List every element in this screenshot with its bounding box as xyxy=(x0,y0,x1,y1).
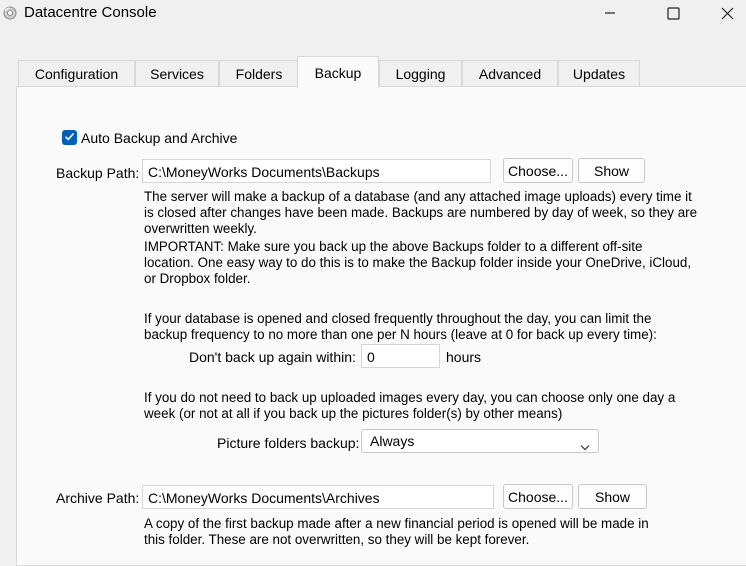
backup-show-button[interactable]: Show xyxy=(578,158,645,183)
minimize-button[interactable] xyxy=(587,0,633,26)
close-button[interactable] xyxy=(704,0,746,26)
backup-choose-button[interactable]: Choose... xyxy=(503,158,573,183)
title-bar: Datacentre Console xyxy=(0,0,746,28)
backup-description: The server will make a backup of a datab… xyxy=(144,189,698,236)
interval-label: Don't back up again within: xyxy=(189,349,356,365)
interval-unit-label: hours xyxy=(446,349,482,365)
tab-logging[interactable]: Logging xyxy=(379,60,462,87)
chevron-down-icon xyxy=(580,437,590,455)
backup-path-field[interactable]: C:\MoneyWorks Documents\Backups xyxy=(142,159,491,183)
tab-backup[interactable]: Backup xyxy=(297,56,379,88)
backup-path-label: Backup Path: xyxy=(56,165,140,181)
picture-backup-label: Picture folders backup: xyxy=(217,435,360,451)
archive-show-button[interactable]: Show xyxy=(578,484,647,509)
archive-description: A copy of the first backup made after a … xyxy=(144,516,649,547)
archive-path-label: Archive Path: xyxy=(56,490,140,506)
frequency-description: If your database is opened and closed fr… xyxy=(144,311,657,342)
disc-icon xyxy=(3,6,17,20)
interval-hours-field[interactable]: 0 xyxy=(361,344,440,368)
window-title: Datacentre Console xyxy=(24,4,157,21)
maximize-button[interactable] xyxy=(650,0,696,26)
close-icon xyxy=(721,7,734,20)
auto-backup-label[interactable]: Auto Backup and Archive xyxy=(81,130,237,146)
picture-backup-value: Always xyxy=(370,433,415,449)
archive-path-field[interactable]: C:\MoneyWorks Documents\Archives xyxy=(142,485,494,509)
tab-advanced[interactable]: Advanced xyxy=(462,60,558,87)
checkmark-icon xyxy=(64,129,75,147)
tab-updates[interactable]: Updates xyxy=(558,60,640,87)
auto-backup-checkbox[interactable] xyxy=(62,130,77,145)
offsite-warning: IMPORTANT: Make sure you back up the abo… xyxy=(144,239,692,286)
tab-folders[interactable]: Folders xyxy=(219,60,299,87)
archive-choose-button[interactable]: Choose... xyxy=(503,484,573,509)
picture-backup-select[interactable]: Always xyxy=(361,429,599,453)
maximize-icon xyxy=(666,6,680,20)
tab-configuration[interactable]: Configuration xyxy=(18,60,135,87)
tab-services[interactable]: Services xyxy=(135,60,219,87)
minimize-icon xyxy=(604,7,616,19)
picture-backup-description: If you do not need to back up uploaded i… xyxy=(144,390,676,421)
